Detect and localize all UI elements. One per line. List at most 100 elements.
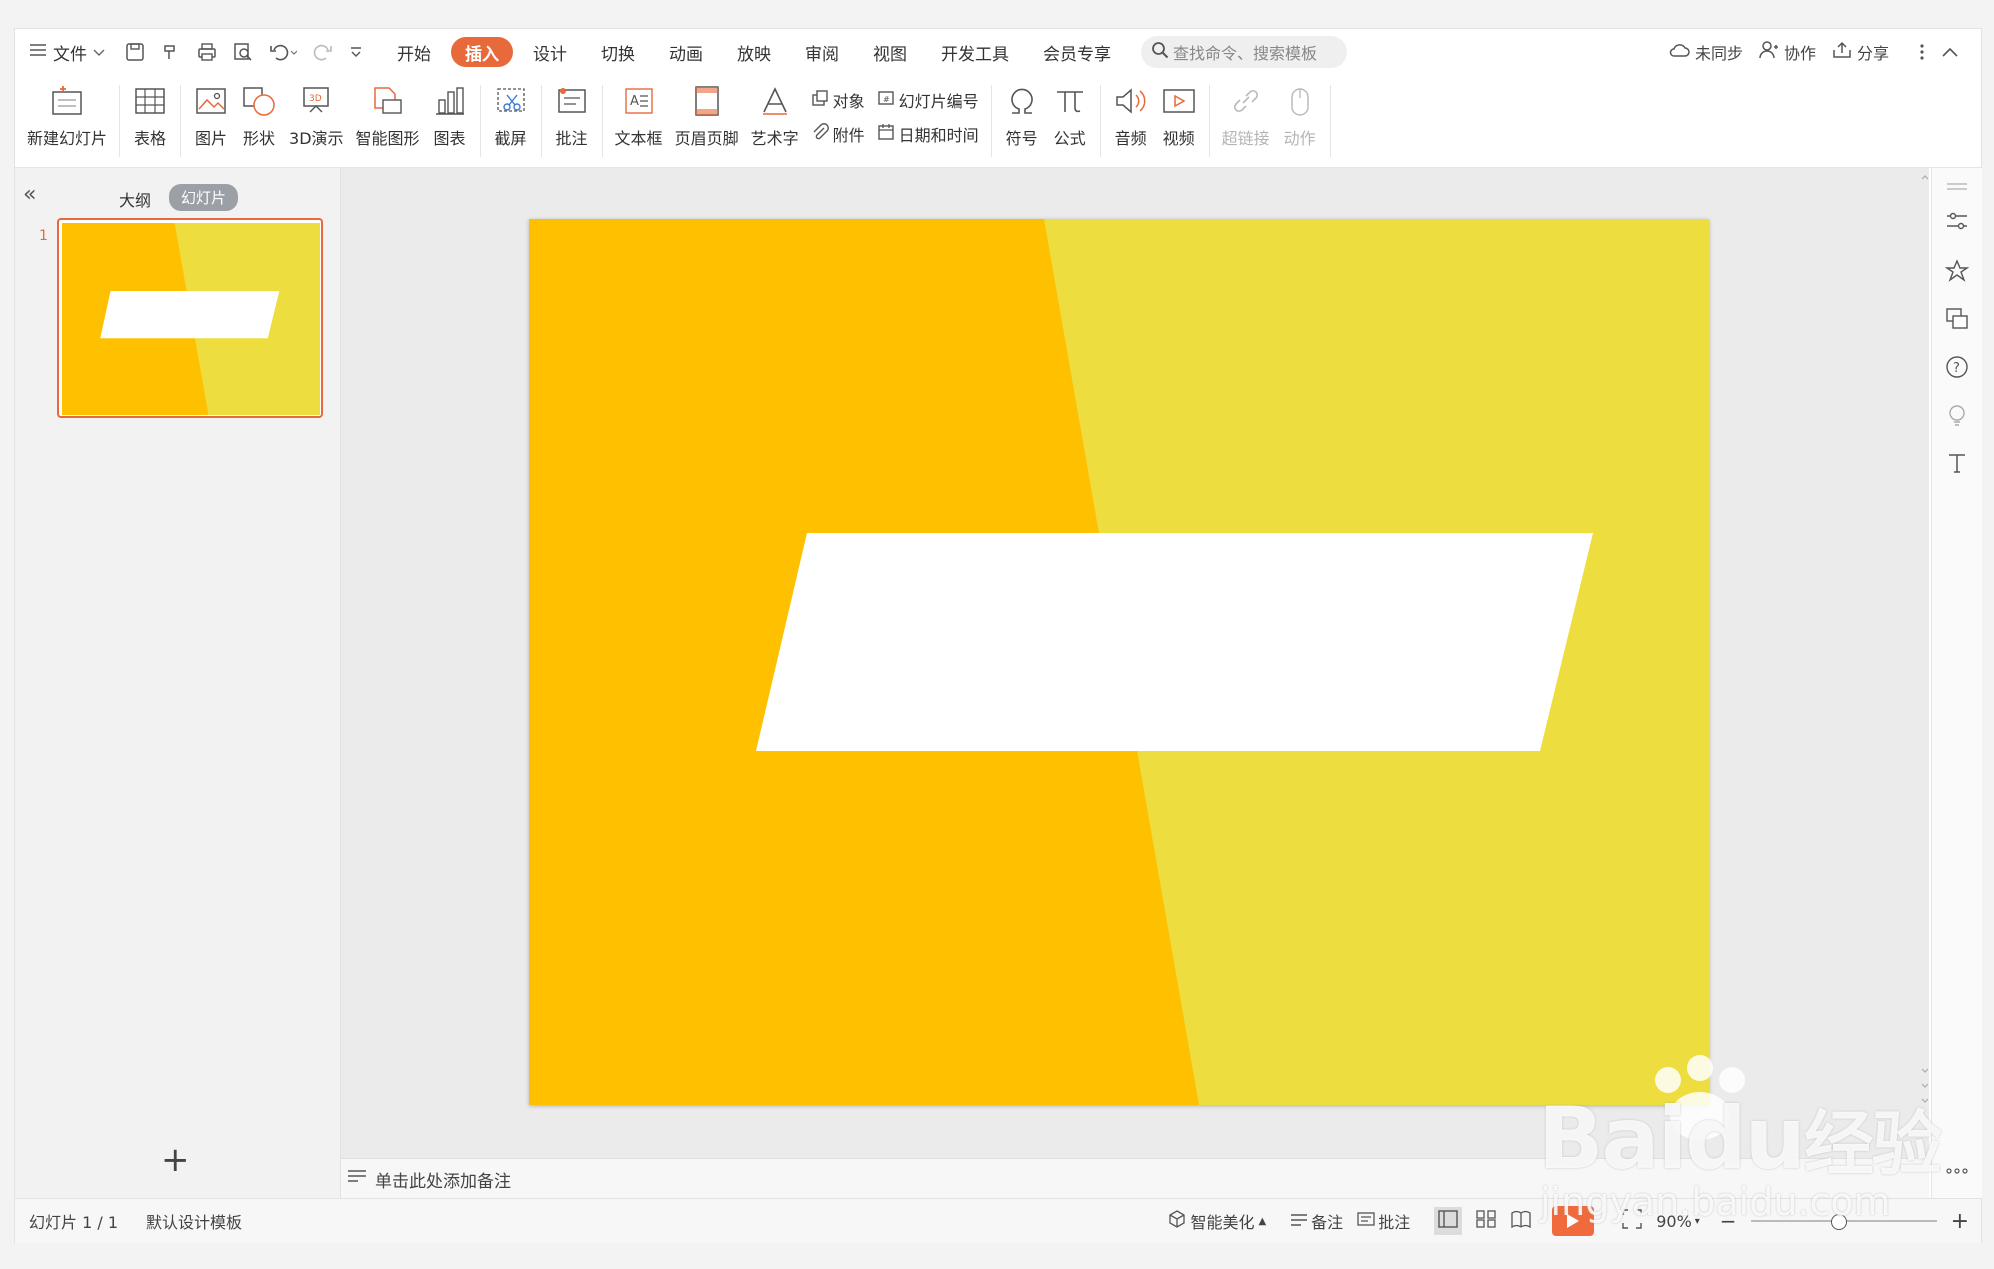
- picture-icon: [193, 83, 229, 119]
- tab-developer[interactable]: 开发工具: [927, 37, 1023, 67]
- datetime-button[interactable]: 日期和时间: [877, 122, 979, 146]
- shape-button[interactable]: 形状: [235, 75, 283, 159]
- star-icon[interactable]: [1944, 258, 1970, 284]
- screenshot-button[interactable]: 截屏: [487, 75, 535, 159]
- tab-transition[interactable]: 切换: [587, 37, 649, 67]
- tab-insert[interactable]: 插入: [451, 37, 513, 67]
- action-button[interactable]: 动作: [1276, 75, 1324, 159]
- tab-outline[interactable]: 大纲: [119, 187, 151, 211]
- wordart-button[interactable]: 艺术字: [745, 75, 805, 159]
- collab-button[interactable]: 协作: [1751, 36, 1824, 68]
- insert-small-group: 对象 附件: [805, 75, 871, 159]
- search-placeholder: 查找命令、搜索模板: [1173, 44, 1318, 63]
- save-icon[interactable]: [117, 36, 153, 68]
- hyperlink-button[interactable]: 超链接: [1216, 75, 1276, 159]
- object-button[interactable]: 对象: [811, 88, 865, 112]
- right-sidebar: ?: [1931, 168, 1982, 1198]
- share-label: 分享: [1856, 44, 1889, 63]
- speaker-icon: [1113, 83, 1149, 119]
- command-search[interactable]: 查找命令、搜索模板: [1141, 36, 1347, 68]
- undo-icon[interactable]: [261, 36, 305, 68]
- ribbon-divider: [990, 85, 992, 157]
- hyperlink-label: 超链接: [1221, 129, 1270, 148]
- slide-canvas[interactable]: [529, 219, 1709, 1105]
- chart-button[interactable]: 图表: [426, 75, 474, 159]
- table-button[interactable]: 表格: [126, 75, 174, 159]
- textbox-button[interactable]: A 文本框: [609, 75, 669, 159]
- comment-button[interactable]: 批注: [548, 75, 596, 159]
- slide-number: 1: [39, 228, 48, 244]
- watermark-brand: Baidu经验: [1538, 1088, 1942, 1189]
- more-horizontal-icon[interactable]: [1944, 1158, 1970, 1184]
- smart-beautify-button[interactable]: 智能美化 ▲: [1168, 1209, 1266, 1233]
- more-vertical-icon[interactable]: [1911, 36, 1933, 68]
- text-format-icon[interactable]: [1944, 450, 1970, 476]
- smartart-label: 智能图形: [355, 129, 420, 148]
- tab-design[interactable]: 设计: [519, 37, 581, 67]
- add-slide-button[interactable]: +: [161, 1140, 190, 1180]
- sync-button[interactable]: 未同步: [1660, 36, 1751, 68]
- share-button[interactable]: 分享: [1824, 36, 1897, 68]
- reading-view-icon[interactable]: [1510, 1210, 1532, 1232]
- smartart-button[interactable]: 智能图形: [350, 75, 426, 159]
- drag-handle-icon[interactable]: [1944, 174, 1970, 200]
- menu-bar: 文件 开始 插入 设计 切换 动画 放映 审阅 视图 开发工具 会员专享 查找命…: [15, 29, 1981, 75]
- wordart-icon: [757, 83, 793, 119]
- slide-number-icon: #: [877, 89, 895, 111]
- print-icon[interactable]: [189, 36, 225, 68]
- comment-toggle-button[interactable]: 批注: [1357, 1209, 1410, 1233]
- chevron-down-icon: [93, 42, 105, 62]
- 3d-demo-button[interactable]: 3D 3D演示: [283, 75, 350, 159]
- ribbon-divider: [1099, 85, 1101, 157]
- redo-icon[interactable]: [305, 36, 341, 68]
- ribbon-divider: [601, 85, 603, 157]
- print-preview-icon[interactable]: [225, 36, 261, 68]
- hamburger-icon: [29, 42, 47, 62]
- bar-chart-icon: [432, 83, 468, 119]
- tab-slides[interactable]: 幻灯片: [169, 184, 239, 211]
- slide-panel: « 大纲 幻灯片 1 +: [15, 168, 341, 1198]
- svg-text:A: A: [630, 94, 639, 109]
- attachment-label: 附件: [832, 126, 865, 145]
- video-icon: [1161, 83, 1197, 119]
- tab-slideshow[interactable]: 放映: [723, 37, 785, 67]
- tab-member[interactable]: 会员专享: [1029, 37, 1125, 67]
- transition-icon[interactable]: [1944, 306, 1970, 332]
- collapse-panel-icon[interactable]: «: [23, 182, 36, 207]
- symbol-button[interactable]: 符号: [998, 75, 1046, 159]
- new-slide-button[interactable]: 新建幻灯片: [21, 75, 113, 159]
- customize-toolbar-icon[interactable]: [341, 36, 371, 68]
- tab-review[interactable]: 审阅: [791, 37, 853, 67]
- omega-icon: [1004, 83, 1040, 119]
- settings-sliders-icon[interactable]: [1944, 208, 1970, 234]
- tab-animation[interactable]: 动画: [655, 37, 717, 67]
- notes-toggle-button[interactable]: 备注: [1290, 1209, 1343, 1233]
- calendar-icon: [877, 123, 895, 145]
- watermark-url: jingyan.baidu.com: [1540, 1180, 1891, 1224]
- slide-banner-shape[interactable]: [756, 533, 1593, 751]
- format-painter-icon[interactable]: [153, 36, 189, 68]
- slide-number-button[interactable]: # 幻灯片编号: [877, 88, 979, 112]
- lightbulb-icon[interactable]: [1944, 402, 1970, 428]
- zoom-in-button[interactable]: +: [1951, 1209, 1969, 1234]
- grid-view-icon[interactable]: [1476, 1210, 1496, 1232]
- tab-view[interactable]: 视图: [859, 37, 921, 67]
- vertical-scrollbar[interactable]: [1920, 174, 1930, 1149]
- chart-label: 图表: [433, 129, 466, 148]
- formula-button[interactable]: 公式: [1046, 75, 1094, 159]
- picture-button[interactable]: 图片: [187, 75, 235, 159]
- template-name[interactable]: 默认设计模板: [146, 1209, 242, 1233]
- collapse-ribbon-icon[interactable]: [1933, 36, 1967, 68]
- svg-text:#: #: [883, 95, 890, 104]
- file-menu[interactable]: 文件: [21, 36, 113, 68]
- formula-label: 公式: [1053, 129, 1086, 148]
- help-icon[interactable]: ?: [1944, 354, 1970, 380]
- attachment-button[interactable]: 附件: [811, 122, 865, 146]
- audio-button[interactable]: 音频: [1107, 75, 1155, 159]
- header-footer-button[interactable]: 页眉页脚: [669, 75, 745, 159]
- normal-view-icon[interactable]: [1434, 1207, 1463, 1235]
- tab-home[interactable]: 开始: [383, 37, 445, 67]
- slide-thumbnail[interactable]: [57, 218, 323, 418]
- object-label: 对象: [832, 92, 865, 111]
- video-button[interactable]: 视频: [1155, 75, 1203, 159]
